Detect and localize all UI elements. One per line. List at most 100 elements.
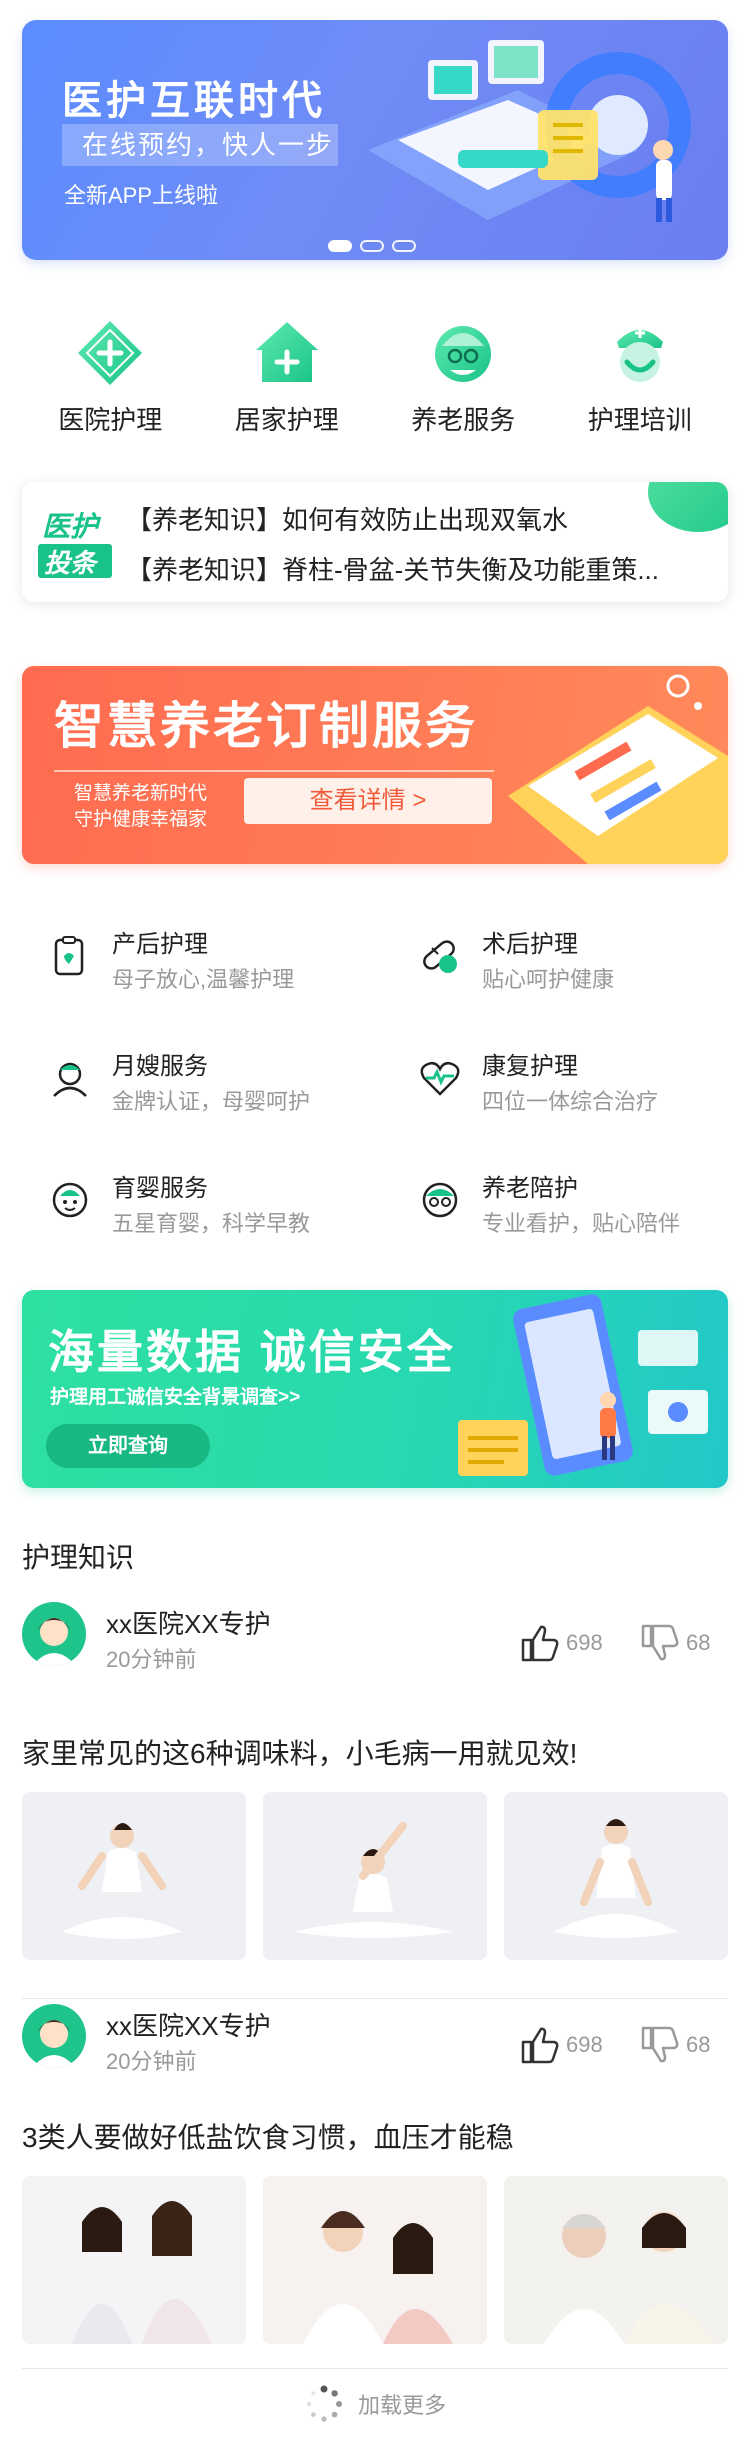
- service-title: 月嫂服务: [112, 1053, 208, 1080]
- service-desc: 专业看护，贴心陪伴: [482, 1211, 681, 1236]
- post-title[interactable]: 3类人要做好低盐饮食习惯，血压才能稳: [22, 2116, 514, 2156]
- quick-nav-nursing-training[interactable]: 护理培训: [560, 318, 720, 438]
- dislike-count: 68: [686, 1630, 711, 1655]
- post-photo[interactable]: [22, 1792, 246, 1960]
- service-rehab[interactable]: 康复护理 四位一体综合治疗: [392, 1042, 722, 1132]
- baby-icon: [52, 1182, 88, 1218]
- svg-text:医护: 医护: [42, 511, 102, 542]
- heartbeat-icon: [420, 1061, 460, 1096]
- post-photo[interactable]: [504, 2176, 728, 2344]
- service-postpartum[interactable]: 产后护理 母子放心,温馨护理: [22, 920, 352, 1010]
- thumbs-up-icon: [521, 1625, 559, 1662]
- nurse-avatar-icon: [32, 2020, 76, 2068]
- yoga-photo: [22, 1792, 246, 1960]
- background-check-banner[interactable]: 海量数据 诚信安全 护理用工诚信安全背景调查>> 立即查询: [22, 1290, 728, 1488]
- quick-nav-hospital-care[interactable]: 医院护理: [30, 318, 190, 438]
- like-button[interactable]: 698: [520, 2026, 603, 2064]
- data-security-illustration: [458, 1294, 708, 1476]
- home-plus-icon: [255, 322, 318, 382]
- service-title: 养老陪护: [482, 1175, 578, 1202]
- news-badge-logo: 医护 投条: [38, 511, 112, 578]
- post-title[interactable]: 家里常见的这6种调味料，小毛病一用就见效!: [22, 1732, 577, 1772]
- carousel-dot[interactable]: [392, 240, 416, 252]
- news-item[interactable]: 【养老知识】脊柱-骨盆-关节失衡及功能重策...: [126, 550, 706, 587]
- service-desc: 母子放心,温馨护理: [112, 967, 295, 992]
- service-elderly-companion[interactable]: 养老陪护 专业看护，贴心陪伴: [392, 1164, 722, 1254]
- like-count: 698: [566, 2032, 603, 2057]
- avatar[interactable]: [22, 1602, 86, 1666]
- service-title: 术后护理: [482, 931, 578, 958]
- quick-nav-label: 居家护理: [234, 405, 339, 435]
- family-photo: [263, 2176, 487, 2344]
- load-more-label: 加载更多: [357, 2393, 446, 2418]
- post-photo[interactable]: [263, 1792, 487, 1960]
- hero-subtitle: 在线预约，快人一步: [62, 124, 338, 166]
- post-photos: [22, 2176, 728, 2344]
- avatar[interactable]: [22, 2004, 86, 2068]
- thumbs-down-icon: [641, 2026, 679, 2063]
- surgery-icon: [423, 940, 457, 973]
- promo-subtitle: 智慧养老新时代: [74, 783, 208, 804]
- post-photos: [22, 1792, 728, 1960]
- plus-diamond-icon: [78, 321, 143, 385]
- promo-title: 智慧养老订制服务: [54, 698, 478, 754]
- mother-daughter-photo: [22, 2176, 246, 2344]
- post-photo[interactable]: [263, 2176, 487, 2344]
- yoga-photo: [504, 1792, 728, 1960]
- elderly-couple-photo: [504, 2176, 728, 2344]
- service-title: 育婴服务: [112, 1175, 208, 1202]
- phone-illustration: [508, 674, 728, 864]
- author-name[interactable]: xx医院XX专护: [106, 1604, 271, 1641]
- service-title: 产后护理: [112, 931, 208, 958]
- quick-nav-home-care[interactable]: 居家护理: [207, 318, 367, 438]
- dislike-count: 68: [686, 2032, 711, 2057]
- quick-nav: 医院护理 居家护理 养老服务 护理培训: [22, 318, 728, 438]
- post-photo[interactable]: [504, 1792, 728, 1960]
- like-button[interactable]: 698: [520, 1624, 603, 1662]
- carousel-dot-active[interactable]: [328, 240, 352, 252]
- news-item[interactable]: 【养老知识】如何有效防止出现双氧水: [126, 500, 706, 537]
- hospital-illustration: [368, 40, 691, 222]
- divider: [22, 2368, 728, 2369]
- thumbs-down-icon: [641, 1624, 679, 1661]
- hero-tagline: 全新APP上线啦: [64, 183, 219, 208]
- promo-subtitle[interactable]: 护理用工诚信安全背景调查>>: [50, 1382, 300, 1409]
- quick-nav-elderly-service[interactable]: 养老服务: [383, 318, 543, 438]
- elder-face-icon: [435, 326, 492, 382]
- service-desc: 五星育婴，科学早教: [112, 1211, 311, 1236]
- section-title: 护理知识: [22, 1542, 135, 1573]
- service-post-surgery[interactable]: 术后护理 贴心呵护健康: [392, 920, 722, 1010]
- post-time: 20分钟前: [106, 2049, 197, 2074]
- svg-text:投条: 投条: [44, 548, 99, 578]
- service-infant-care[interactable]: 育婴服务 五星育婴，科学早教: [22, 1164, 352, 1254]
- smart-elderly-banner[interactable]: 智慧养老订制服务 智慧养老新时代 守护健康幸福家 查看详情 >: [22, 666, 728, 864]
- nurse-avatar-icon: [32, 1618, 76, 1666]
- thumbs-up-icon: [521, 2027, 559, 2064]
- post-photo[interactable]: [22, 2176, 246, 2344]
- nurse-icon: [616, 328, 663, 382]
- dislike-button[interactable]: 68: [640, 2026, 710, 2064]
- service-title: 康复护理: [482, 1053, 578, 1080]
- elder-icon: [422, 1182, 458, 1218]
- promo-title: 海量数据 诚信安全: [48, 1326, 456, 1378]
- quick-nav-label: 护理培训: [587, 405, 692, 435]
- spinner-icon: [306, 2385, 342, 2422]
- view-details-button[interactable]: 查看详情 >: [244, 778, 492, 824]
- carousel-dot[interactable]: [360, 240, 384, 252]
- hero-banner[interactable]: 医护互联时代 在线预约，快人一步 全新APP上线啦: [22, 20, 728, 260]
- service-desc: 金牌认证，母婴呵护: [112, 1089, 311, 1114]
- divider: [54, 770, 494, 772]
- dislike-button[interactable]: 68: [640, 1624, 710, 1662]
- yoga-photo: [263, 1792, 487, 1960]
- post-time: 20分钟前: [106, 1647, 197, 1672]
- news-ticker[interactable]: 医护 投条 【养老知识】如何有效防止出现双氧水 【养老知识】脊柱-骨盆-关节失衡…: [22, 482, 728, 602]
- author-name[interactable]: xx医院XX专护: [106, 2006, 271, 2043]
- load-more[interactable]: 加载更多: [0, 2384, 750, 2424]
- query-now-button[interactable]: 立即查询: [46, 1424, 210, 1468]
- service-desc: 四位一体综合治疗: [482, 1089, 659, 1114]
- nanny-icon: [53, 1062, 87, 1097]
- service-nanny[interactable]: 月嫂服务 金牌认证，母婴呵护: [22, 1042, 352, 1132]
- like-count: 698: [566, 1630, 603, 1655]
- service-desc: 贴心呵护健康: [482, 967, 615, 992]
- carousel-dots[interactable]: [328, 240, 416, 252]
